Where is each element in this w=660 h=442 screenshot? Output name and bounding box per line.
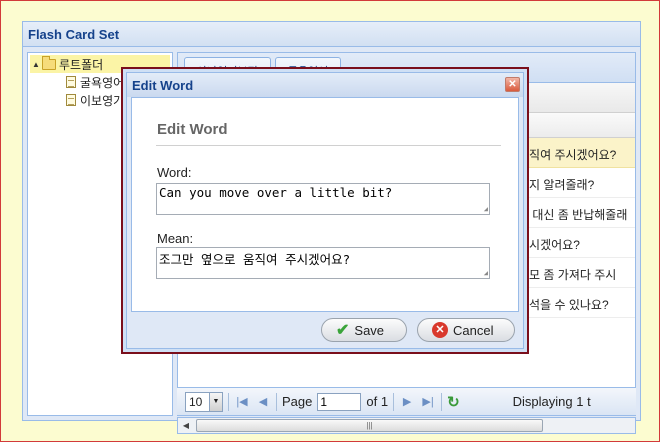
separator	[276, 392, 277, 411]
cancel-button[interactable]: ✕ Cancel	[417, 318, 515, 342]
page-number-input[interactable]	[317, 392, 362, 411]
word-field-value: Can you move over a little bit?	[159, 185, 393, 200]
form-title: Edit Word	[157, 121, 228, 138]
divider	[156, 145, 501, 146]
folder-icon	[42, 55, 56, 70]
separator	[393, 392, 395, 411]
next-page-icon[interactable]: ▶	[399, 395, 415, 408]
panel-title: Flash Card Set	[23, 22, 640, 47]
scroll-thumb[interactable]: |||	[196, 419, 543, 432]
save-button[interactable]: ✔ Save	[321, 318, 407, 342]
cancel-icon: ✕	[432, 322, 448, 338]
edit-word-dialog: Edit Word ✕ Edit Word Word: Can you move…	[126, 72, 524, 349]
save-label: Save	[354, 322, 385, 338]
separator	[441, 392, 443, 411]
resize-grip-icon[interactable]: ◢	[484, 206, 488, 213]
expand-arrow-icon[interactable]: ▲	[32, 60, 42, 69]
mean-field-value: 조그만 옆으로 움직여 주시겠어요?	[159, 252, 351, 267]
edit-word-dialog-frame: Edit Word ✕ Edit Word Word: Can you move…	[121, 67, 529, 354]
word-field[interactable]: Can you move over a little bit? ◢	[156, 183, 490, 215]
word-label: Word:	[157, 165, 192, 180]
paging-toolbar: 10 ▼ |◀ ◀ Page of 1 ▶ ▶| ↻ Displaying 1 …	[177, 387, 636, 415]
scroll-left-icon[interactable]: ◀	[178, 418, 194, 433]
dialog-body: Edit Word Word: Can you move over a litt…	[131, 97, 519, 312]
check-icon: ✔	[336, 322, 350, 339]
document-icon	[66, 76, 76, 88]
page-size-value: 10	[189, 394, 203, 409]
document-icon	[66, 94, 76, 106]
tree-root-label: 루트폴더	[59, 57, 104, 72]
first-page-icon[interactable]: |◀	[234, 395, 250, 408]
tree-item-label: 이보영가	[80, 93, 125, 108]
dialog-title: Edit Word	[132, 78, 194, 93]
mean-label: Mean:	[157, 231, 194, 246]
separator	[228, 392, 229, 411]
mean-field[interactable]: 조그만 옆으로 움직여 주시겠어요? ◢	[156, 247, 490, 279]
close-icon[interactable]: ✕	[505, 77, 520, 92]
page-label: Page	[282, 394, 313, 409]
displaying-text: Displaying 1 t	[512, 394, 591, 409]
prev-page-icon[interactable]: ◀	[255, 395, 271, 408]
cancel-label: Cancel	[453, 322, 494, 338]
dialog-header[interactable]: Edit Word ✕	[127, 73, 523, 97]
dialog-footer: ✔ Save ✕ Cancel	[131, 312, 519, 346]
last-page-icon[interactable]: ▶|	[420, 395, 436, 408]
tree-item-label: 굴욕영어	[80, 75, 125, 90]
page-size-select[interactable]: 10 ▼	[185, 391, 223, 412]
refresh-icon[interactable]: ↻	[447, 393, 460, 411]
horizontal-scrollbar[interactable]: ◀ |||	[177, 417, 636, 434]
chevron-down-icon[interactable]: ▼	[209, 392, 222, 411]
resize-grip-icon[interactable]: ◢	[484, 270, 488, 277]
page-count: of 1	[366, 394, 389, 409]
